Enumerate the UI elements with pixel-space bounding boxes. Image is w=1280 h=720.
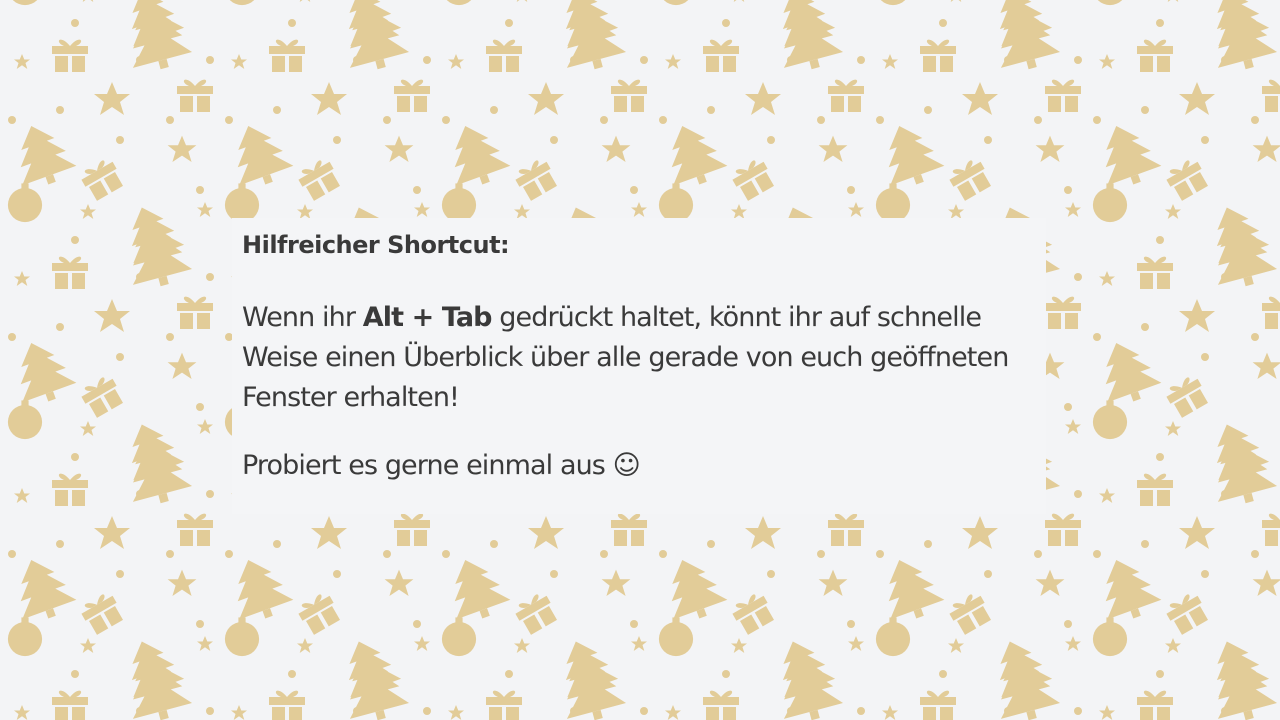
shortcut-description: Wenn ihr Alt + Tab gedrückt haltet, könn… — [242, 298, 1036, 418]
encouragement-line: Probiert es gerne einmal aus ☺ — [242, 446, 1036, 486]
description-text-start: Wenn ihr — [242, 302, 363, 333]
shortcut-heading: Hilfreicher Shortcut: — [242, 231, 510, 259]
encouragement-text: Probiert es gerne einmal aus — [242, 450, 606, 481]
keyboard-shortcut: Alt + Tab — [362, 302, 493, 333]
smiley-icon: ☺ — [612, 450, 641, 481]
text-panel: Hilfreicher Shortcut: Wenn ihr Alt + Tab… — [232, 218, 1046, 514]
